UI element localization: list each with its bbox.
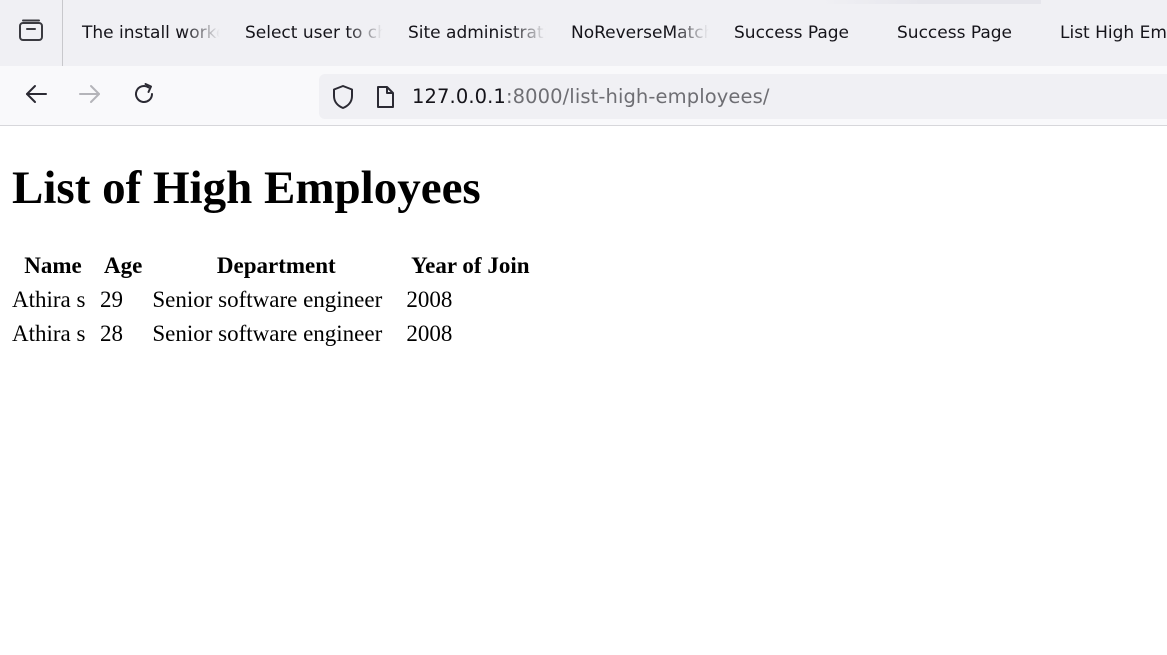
reload-button[interactable] bbox=[126, 78, 162, 114]
shield-icon[interactable] bbox=[331, 85, 355, 109]
cell-name: Athira s bbox=[12, 287, 86, 312]
forward-button[interactable] bbox=[72, 78, 108, 114]
tab-install-worked[interactable]: The install worked successfully! Congrat… bbox=[63, 0, 226, 66]
back-button[interactable] bbox=[18, 78, 54, 114]
tab-title: Success Page bbox=[734, 23, 849, 43]
table-row: Athira s 28 Senior software engineer 200… bbox=[10, 318, 536, 350]
back-arrow-icon bbox=[23, 81, 49, 111]
navigation-bar: 127.0.0.1:8000/list-high-employees/ bbox=[0, 66, 1167, 126]
tab-strip: The install worked successfully! Congrat… bbox=[0, 0, 1167, 66]
tab-success-page-1[interactable]: Success Page bbox=[715, 0, 878, 66]
tab-manager-button[interactable] bbox=[0, 0, 63, 66]
column-header-year-of-join: Year of Join bbox=[411, 253, 530, 278]
employees-table: Name Age Department Year of Join Athira … bbox=[8, 248, 538, 352]
url-bar[interactable]: 127.0.0.1:8000/list-high-employees/ bbox=[319, 74, 1167, 119]
tab-success-page-2[interactable]: Success Page bbox=[878, 0, 1041, 66]
url-text[interactable]: 127.0.0.1:8000/list-high-employees/ bbox=[412, 74, 770, 119]
page-icon[interactable] bbox=[373, 85, 397, 109]
column-header-age: Age bbox=[104, 253, 143, 278]
tab-title: Site administration bbox=[408, 23, 552, 43]
cell-name: Athira s bbox=[12, 321, 86, 346]
tab-manager-icon bbox=[18, 19, 44, 47]
table-header-row: Name Age Department Year of Join bbox=[10, 250, 536, 282]
column-header-department: Department bbox=[216, 253, 336, 278]
cell-year-of-join: 2008 bbox=[406, 287, 453, 312]
forward-arrow-icon bbox=[77, 81, 103, 111]
reload-icon bbox=[131, 81, 157, 111]
tab-select-user[interactable]: Select user to change bbox=[226, 0, 389, 66]
cell-department: Senior software engineer bbox=[152, 321, 383, 346]
cell-department: Senior software engineer bbox=[152, 287, 383, 312]
url-host: 127.0.0.1 bbox=[412, 85, 506, 108]
tab-title: NoReverseMatch bbox=[571, 23, 715, 43]
tab-title: The install worked successfully! Congrat… bbox=[82, 23, 226, 43]
table-row: Athira s 29 Senior software engineer 200… bbox=[10, 284, 536, 316]
tab-noreversematch[interactable]: NoReverseMatch bbox=[552, 0, 715, 66]
tab-site-administration[interactable]: Site administration bbox=[389, 0, 552, 66]
tab-title: Select user to change bbox=[245, 23, 389, 43]
column-header-name: Name bbox=[24, 253, 82, 278]
page-title: List of High Employees bbox=[12, 162, 481, 214]
cell-year-of-join: 2008 bbox=[406, 321, 453, 346]
cell-age: 28 bbox=[100, 321, 123, 346]
page-content: List of High Employees Name Age Departme… bbox=[0, 161, 1167, 352]
tab-list-high-employees[interactable]: List High Employees bbox=[1041, 0, 1167, 66]
tab-title: List High Employees bbox=[1060, 23, 1167, 43]
url-path: :8000/list-high-employees/ bbox=[505, 85, 770, 108]
tab-title: Success Page bbox=[897, 23, 1012, 43]
cell-age: 29 bbox=[100, 287, 123, 312]
